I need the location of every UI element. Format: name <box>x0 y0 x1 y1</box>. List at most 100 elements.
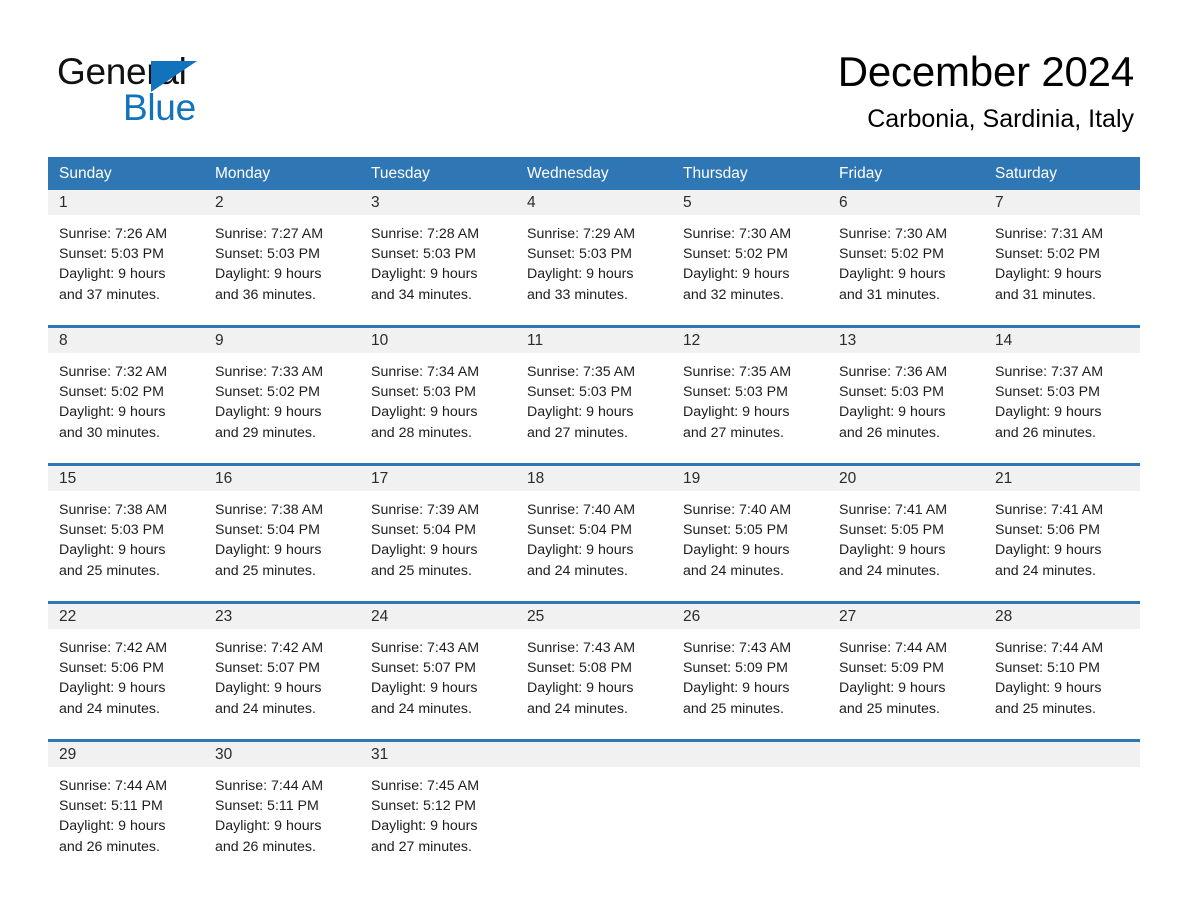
day-cell[interactable]: Sunrise: 7:29 AM Sunset: 5:03 PM Dayligh… <box>516 215 672 325</box>
day-number[interactable]: 20 <box>828 466 984 491</box>
daylight-text-line2: and 25 minutes. <box>839 700 940 717</box>
daylight-text-line1: Daylight: 9 hours <box>215 680 322 697</box>
sunrise-text: Sunrise: 7:38 AM <box>215 502 324 518</box>
sunset-text: Sunset: 5:02 PM <box>839 246 944 263</box>
day-cell[interactable]: Sunrise: 7:38 AM Sunset: 5:03 PM Dayligh… <box>48 491 204 601</box>
day-number[interactable]: 9 <box>204 328 360 353</box>
day-number[interactable]: 30 <box>204 742 360 767</box>
day-number[interactable]: 3 <box>360 190 516 215</box>
sunrise-text: Sunrise: 7:30 AM <box>839 226 948 242</box>
day-number[interactable]: 8 <box>48 328 204 353</box>
day-cell[interactable]: Sunrise: 7:28 AM Sunset: 5:03 PM Dayligh… <box>360 215 516 325</box>
day-number[interactable]: 21 <box>984 466 1140 491</box>
week-detail-band: Sunrise: 7:32 AM Sunset: 5:02 PM Dayligh… <box>48 353 1140 463</box>
day-cell[interactable]: Sunrise: 7:39 AM Sunset: 5:04 PM Dayligh… <box>360 491 516 601</box>
day-number[interactable]: 11 <box>516 328 672 353</box>
day-cell[interactable]: Sunrise: 7:34 AM Sunset: 5:03 PM Dayligh… <box>360 353 516 463</box>
daylight-text-line2: and 24 minutes. <box>839 562 940 579</box>
day-cell[interactable]: Sunrise: 7:40 AM Sunset: 5:05 PM Dayligh… <box>672 491 828 601</box>
day-number[interactable]: 6 <box>828 190 984 215</box>
sunset-text: Sunset: 5:05 PM <box>839 522 944 539</box>
day-cell[interactable]: Sunrise: 7:36 AM Sunset: 5:03 PM Dayligh… <box>828 353 984 463</box>
week-detail-band: Sunrise: 7:38 AM Sunset: 5:03 PM Dayligh… <box>48 491 1140 601</box>
sunset-text: Sunset: 5:04 PM <box>371 522 476 539</box>
day-cell[interactable]: Sunrise: 7:41 AM Sunset: 5:06 PM Dayligh… <box>984 491 1140 601</box>
day-number[interactable]: 24 <box>360 604 516 629</box>
sunset-text: Sunset: 5:03 PM <box>215 246 320 263</box>
day-number[interactable]: 28 <box>984 604 1140 629</box>
week-row: 22 23 24 25 26 27 28 Sunrise: 7:42 AM Su… <box>48 601 1140 739</box>
day-cell[interactable]: Sunrise: 7:35 AM Sunset: 5:03 PM Dayligh… <box>672 353 828 463</box>
day-number[interactable]: 16 <box>204 466 360 491</box>
title-block: December 2024 Carbonia, Sardinia, Italy <box>838 46 1134 134</box>
day-number[interactable]: 10 <box>360 328 516 353</box>
day-number[interactable]: 13 <box>828 328 984 353</box>
day-cell[interactable]: Sunrise: 7:45 AM Sunset: 5:12 PM Dayligh… <box>360 767 516 877</box>
sunset-text: Sunset: 5:06 PM <box>995 522 1100 539</box>
day-cell[interactable]: Sunrise: 7:32 AM Sunset: 5:02 PM Dayligh… <box>48 353 204 463</box>
daylight-text-line2: and 24 minutes. <box>527 700 628 717</box>
day-cell[interactable]: Sunrise: 7:40 AM Sunset: 5:04 PM Dayligh… <box>516 491 672 601</box>
daylight-text-line2: and 24 minutes. <box>683 562 784 579</box>
day-cell[interactable]: Sunrise: 7:43 AM Sunset: 5:09 PM Dayligh… <box>672 629 828 739</box>
day-number[interactable]: 19 <box>672 466 828 491</box>
day-number-empty <box>516 742 672 767</box>
daylight-text-line2: and 25 minutes. <box>683 700 784 717</box>
day-cell[interactable]: Sunrise: 7:37 AM Sunset: 5:03 PM Dayligh… <box>984 353 1140 463</box>
day-number[interactable]: 26 <box>672 604 828 629</box>
daylight-text-line2: and 34 minutes. <box>371 286 472 303</box>
day-number[interactable]: 2 <box>204 190 360 215</box>
day-cell[interactable]: Sunrise: 7:43 AM Sunset: 5:07 PM Dayligh… <box>360 629 516 739</box>
day-cell[interactable]: Sunrise: 7:41 AM Sunset: 5:05 PM Dayligh… <box>828 491 984 601</box>
day-cell[interactable]: Sunrise: 7:43 AM Sunset: 5:08 PM Dayligh… <box>516 629 672 739</box>
weekday-header-sunday: Sunday <box>59 165 112 182</box>
day-cell[interactable]: Sunrise: 7:42 AM Sunset: 5:06 PM Dayligh… <box>48 629 204 739</box>
day-number[interactable]: 27 <box>828 604 984 629</box>
day-number[interactable]: 1 <box>48 190 204 215</box>
sunrise-text: Sunrise: 7:39 AM <box>371 502 480 518</box>
page-title: December 2024 <box>837 48 1134 95</box>
day-cell[interactable]: Sunrise: 7:35 AM Sunset: 5:03 PM Dayligh… <box>516 353 672 463</box>
day-number[interactable]: 17 <box>360 466 516 491</box>
sunset-text: Sunset: 5:02 PM <box>59 384 164 401</box>
day-cell[interactable]: Sunrise: 7:31 AM Sunset: 5:02 PM Dayligh… <box>984 215 1140 325</box>
day-number[interactable]: 7 <box>984 190 1140 215</box>
sunrise-text: Sunrise: 7:33 AM <box>215 364 324 380</box>
day-cell-empty <box>828 767 984 877</box>
day-number[interactable]: 5 <box>672 190 828 215</box>
day-number[interactable]: 14 <box>984 328 1140 353</box>
day-number[interactable]: 23 <box>204 604 360 629</box>
day-cell[interactable]: Sunrise: 7:42 AM Sunset: 5:07 PM Dayligh… <box>204 629 360 739</box>
day-cell[interactable]: Sunrise: 7:44 AM Sunset: 5:09 PM Dayligh… <box>828 629 984 739</box>
day-cell[interactable]: Sunrise: 7:38 AM Sunset: 5:04 PM Dayligh… <box>204 491 360 601</box>
daylight-text-line1: Daylight: 9 hours <box>527 266 634 283</box>
daylight-text-line2: and 25 minutes. <box>995 700 1096 717</box>
day-number[interactable]: 25 <box>516 604 672 629</box>
day-number[interactable]: 31 <box>360 742 516 767</box>
day-cell[interactable]: Sunrise: 7:30 AM Sunset: 5:02 PM Dayligh… <box>828 215 984 325</box>
day-cell[interactable]: Sunrise: 7:27 AM Sunset: 5:03 PM Dayligh… <box>204 215 360 325</box>
day-number[interactable]: 18 <box>516 466 672 491</box>
day-cell[interactable]: Sunrise: 7:44 AM Sunset: 5:10 PM Dayligh… <box>984 629 1140 739</box>
day-number[interactable]: 22 <box>48 604 204 629</box>
day-number[interactable]: 15 <box>48 466 204 491</box>
day-cell[interactable]: Sunrise: 7:30 AM Sunset: 5:02 PM Dayligh… <box>672 215 828 325</box>
day-cell[interactable]: Sunrise: 7:26 AM Sunset: 5:03 PM Dayligh… <box>48 215 204 325</box>
sunrise-text: Sunrise: 7:40 AM <box>683 502 792 518</box>
daylight-text-line1: Daylight: 9 hours <box>59 680 166 697</box>
sunset-text: Sunset: 5:05 PM <box>683 522 788 539</box>
sunset-text: Sunset: 5:03 PM <box>995 384 1100 401</box>
daylight-text-line1: Daylight: 9 hours <box>59 404 166 421</box>
sunset-text: Sunset: 5:04 PM <box>215 522 320 539</box>
day-number[interactable]: 4 <box>516 190 672 215</box>
day-number[interactable]: 29 <box>48 742 204 767</box>
day-number[interactable]: 12 <box>672 328 828 353</box>
sunrise-text: Sunrise: 7:35 AM <box>527 364 636 380</box>
sunrise-text: Sunrise: 7:30 AM <box>683 226 792 242</box>
sunrise-text: Sunrise: 7:44 AM <box>995 640 1104 656</box>
daylight-text-line2: and 27 minutes. <box>371 838 472 855</box>
daylight-text-line1: Daylight: 9 hours <box>371 818 478 835</box>
day-cell[interactable]: Sunrise: 7:44 AM Sunset: 5:11 PM Dayligh… <box>204 767 360 877</box>
day-cell[interactable]: Sunrise: 7:33 AM Sunset: 5:02 PM Dayligh… <box>204 353 360 463</box>
day-cell[interactable]: Sunrise: 7:44 AM Sunset: 5:11 PM Dayligh… <box>48 767 204 877</box>
